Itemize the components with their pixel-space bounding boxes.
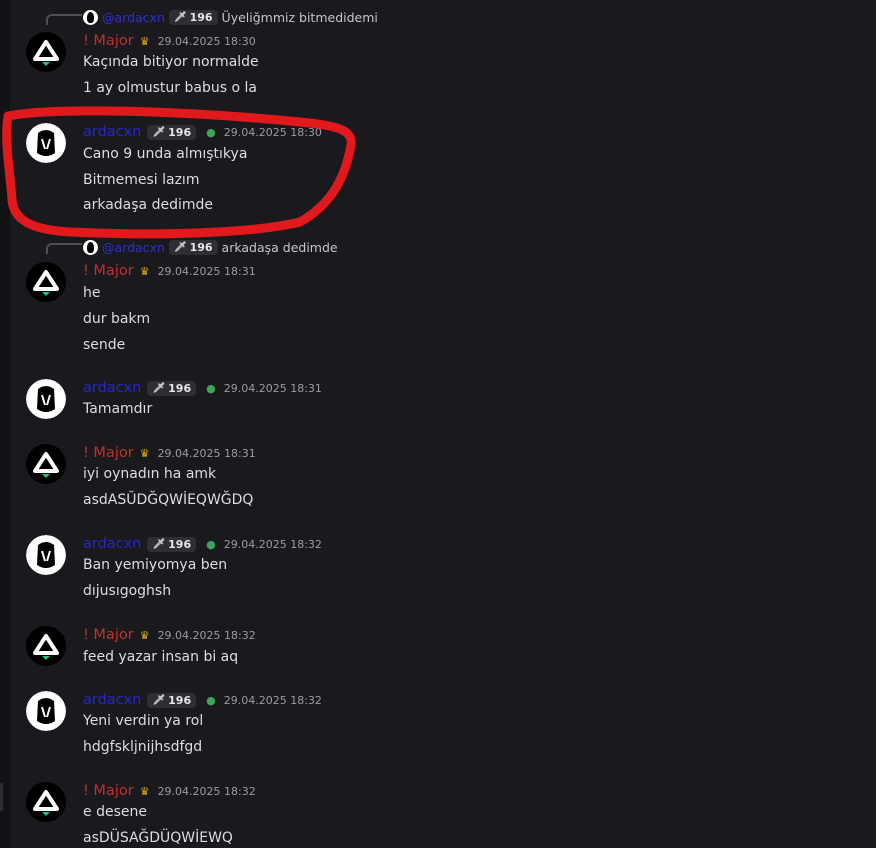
timestamp: 29.04.2025 18:32 bbox=[223, 693, 322, 707]
message-text: Bitmemesi lazım bbox=[83, 172, 200, 188]
reply-preview[interactable]: @ardacxn 🗡 196 Üyeliğmmiz bitmedidemi bbox=[83, 8, 378, 26]
message-text: iyi oynadın ha amk bbox=[83, 466, 217, 482]
message-header: ! Major ♛ 29.04.2025 18:31 bbox=[83, 443, 256, 463]
message-text: Ban yemiyomya ben bbox=[83, 557, 228, 573]
avatar-major[interactable] bbox=[26, 782, 66, 822]
crown-icon: ♛ bbox=[139, 784, 150, 798]
message-text: arkadaşa dedimde bbox=[83, 197, 213, 213]
avatar-ardacxn[interactable] bbox=[26, 379, 66, 419]
message-text: Tamamdır bbox=[83, 401, 153, 417]
reply-username[interactable]: @ardacxn bbox=[102, 10, 165, 25]
message-text: dıjusıgoghsh bbox=[83, 583, 172, 599]
message-text: asdASŬDĞQWİEQWĞDQ bbox=[83, 492, 254, 508]
message-text: 1 ay olmustur babus o la bbox=[83, 80, 257, 96]
timestamp: 29.04.2025 18:32 bbox=[223, 537, 322, 551]
reply-avatar bbox=[83, 239, 98, 255]
message-text: asDÜSAĞDÜQWİEWQ bbox=[83, 830, 233, 846]
timestamp: 29.04.2025 18:30 bbox=[223, 125, 322, 139]
timestamp: 29.04.2025 18:30 bbox=[157, 34, 256, 48]
scroll-indicator[interactable] bbox=[0, 783, 3, 811]
message-text: sende bbox=[83, 337, 126, 353]
level-badge: 🗡 196 bbox=[168, 239, 218, 255]
message-header: ! Major ♛ 29.04.2025 18:32 bbox=[83, 781, 256, 801]
crown-icon: ♛ bbox=[139, 264, 150, 278]
reply-username[interactable]: @ardacxn bbox=[102, 240, 165, 255]
reply-text: arkadaşa dedimde bbox=[221, 239, 338, 255]
timestamp: 29.04.2025 18:31 bbox=[157, 264, 256, 278]
sword-icon: 🗡 bbox=[152, 382, 166, 394]
avatar-major[interactable] bbox=[26, 444, 66, 484]
timestamp: 29.04.2025 18:31 bbox=[157, 446, 256, 460]
level-badge: 🗡 196 bbox=[168, 9, 218, 25]
level-badge: 🗡 196 bbox=[147, 380, 197, 396]
message-text: hdgfskljnijhsdfgd bbox=[83, 739, 203, 755]
timestamp: 29.04.2025 18:31 bbox=[223, 381, 322, 395]
reply-connector bbox=[46, 14, 82, 25]
username[interactable]: ! Major bbox=[83, 33, 134, 49]
message-text: e desene bbox=[83, 804, 147, 820]
timestamp: 29.04.2025 18:32 bbox=[157, 628, 256, 642]
username[interactable]: ! Major bbox=[83, 445, 134, 461]
message-text: Kaçında bitiyor normalde bbox=[83, 54, 259, 70]
username[interactable]: ardacxn bbox=[83, 692, 141, 708]
reply-preview[interactable]: @ardacxn 🗡 196 arkadaşa dedimde bbox=[83, 238, 338, 256]
avatar-major[interactable] bbox=[26, 32, 66, 72]
message-text: Yeni verdin ya rol bbox=[83, 713, 204, 729]
sword-icon: 🗡 bbox=[152, 694, 166, 706]
crown-icon: ♛ bbox=[139, 34, 150, 48]
avatar-ardacxn[interactable] bbox=[26, 535, 66, 575]
username[interactable]: ardacxn bbox=[83, 380, 141, 396]
reply-avatar bbox=[83, 9, 98, 25]
level-badge: 🗡 196 bbox=[147, 536, 197, 552]
crown-icon: ♛ bbox=[139, 446, 150, 460]
reply-text: Üyeliğmmiz bitmedidemi bbox=[221, 9, 378, 25]
message-header: ! Major ♛ 29.04.2025 18:30 bbox=[83, 31, 256, 51]
sword-icon: 🗡 bbox=[173, 11, 187, 23]
avatar-major[interactable] bbox=[26, 626, 66, 666]
sword-icon: 🗡 bbox=[152, 126, 166, 138]
member-icon: ● bbox=[206, 125, 216, 139]
message-header: ardacxn 🗡 196 ● 29.04.2025 18:32 bbox=[83, 690, 322, 710]
avatar-ardacxn[interactable] bbox=[26, 691, 66, 731]
username[interactable]: ! Major bbox=[83, 627, 134, 643]
message-text: feed yazar insan bi aq bbox=[83, 649, 239, 665]
reply-connector bbox=[46, 243, 82, 254]
message-text: he bbox=[83, 285, 101, 301]
level-badge: 🗡 196 bbox=[147, 692, 197, 708]
message-header: ardacxn 🗡 196 ● 29.04.2025 18:31 bbox=[83, 378, 322, 398]
avatar-ardacxn[interactable] bbox=[26, 123, 66, 163]
username[interactable]: ardacxn bbox=[83, 124, 141, 140]
avatar-major[interactable] bbox=[26, 262, 66, 302]
message-text: Cano 9 unda almıştıkya bbox=[83, 146, 248, 162]
username[interactable]: ! Major bbox=[83, 263, 134, 279]
left-gutter bbox=[0, 0, 10, 848]
username[interactable]: ardacxn bbox=[83, 536, 141, 552]
sword-icon: 🗡 bbox=[152, 538, 166, 550]
sword-icon: 🗡 bbox=[173, 241, 187, 253]
message-header: ! Major ♛ 29.04.2025 18:32 bbox=[83, 625, 256, 645]
level-badge: 🗡 196 bbox=[147, 124, 197, 140]
timestamp: 29.04.2025 18:32 bbox=[157, 784, 256, 798]
member-icon: ● bbox=[206, 381, 216, 395]
crown-icon: ♛ bbox=[139, 628, 150, 642]
message-header: ! Major ♛ 29.04.2025 18:31 bbox=[83, 261, 256, 281]
member-icon: ● bbox=[206, 693, 216, 707]
message-text: dur bakm bbox=[83, 311, 151, 327]
member-icon: ● bbox=[206, 537, 216, 551]
message-header: ardacxn 🗡 196 ● 29.04.2025 18:32 bbox=[83, 534, 322, 554]
message-header: ardacxn 🗡 196 ● 29.04.2025 18:30 bbox=[83, 122, 322, 142]
username[interactable]: ! Major bbox=[83, 783, 134, 799]
